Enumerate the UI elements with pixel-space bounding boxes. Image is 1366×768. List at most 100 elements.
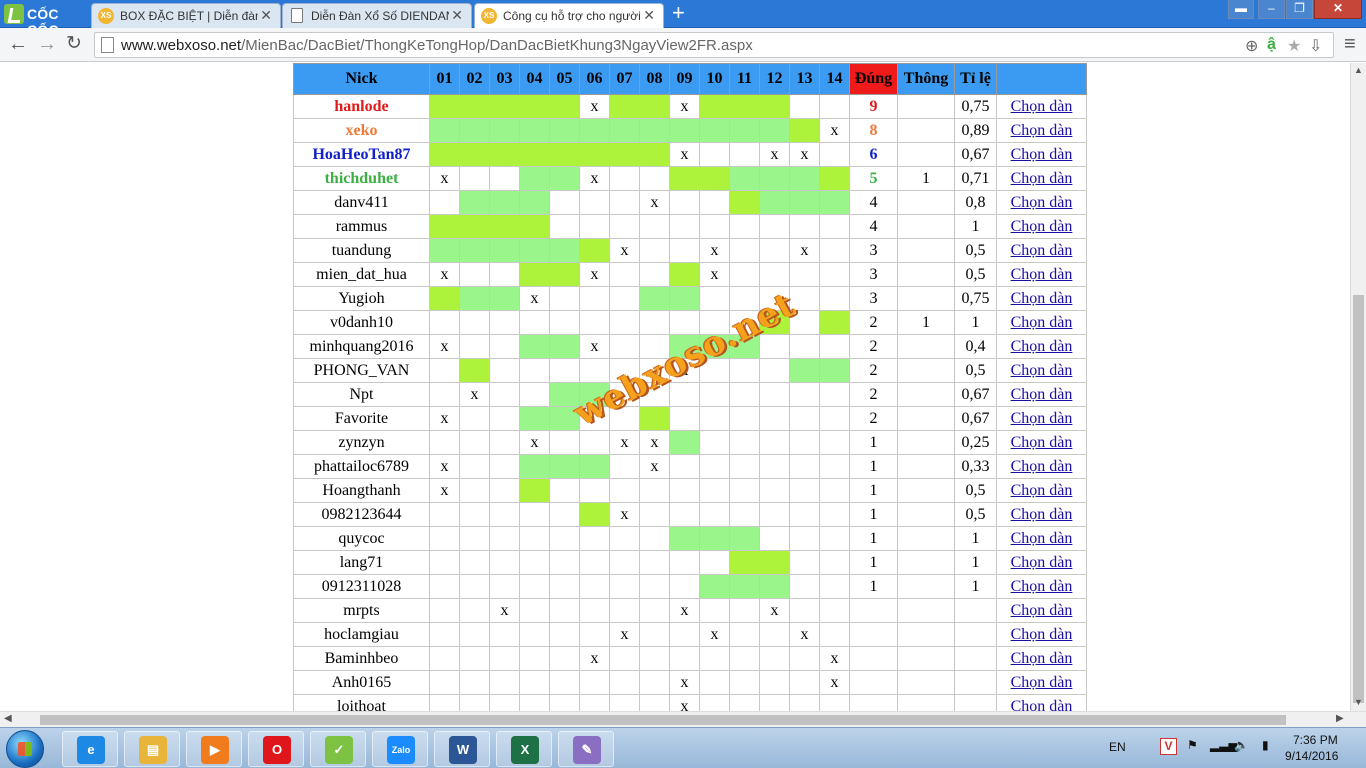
taskbar-button[interactable]: ▶ [186,731,242,767]
chon-dan-link[interactable]: Chọn dàn [1011,266,1073,283]
day-cell [489,166,520,191]
close-tab-icon[interactable]: ✕ [643,7,655,24]
taskbar-button[interactable]: X [496,731,552,767]
close-window-icon[interactable]: ✕ [1314,0,1362,19]
chon-dan-link[interactable]: Chọn dàn [1011,626,1073,643]
day-cell [819,598,850,623]
thong-cell [897,694,955,711]
tile-cell: 0,25 [954,430,997,455]
menu-bar-icon[interactable]: ▬ [1228,0,1254,19]
clock-date[interactable]: 9/14/2016 [1285,749,1338,763]
chon-dan-link[interactable]: Chọn dàn [1011,530,1073,547]
taskbar-button[interactable]: ✓ [310,731,366,767]
vietnamese-typing-icon[interactable]: ậ [1267,36,1276,54]
page-info-icon[interactable] [101,37,114,53]
start-button[interactable] [6,730,44,768]
chon-dan-link[interactable]: Chọn dàn [1011,290,1073,307]
chon-dan-link[interactable]: Chọn dàn [1011,362,1073,379]
browser-logo[interactable]: CỐC CỐC [0,0,90,38]
day-cell [549,310,580,335]
vertical-scroll-thumb[interactable] [1353,295,1364,703]
vertical-scrollbar[interactable]: ▲ ▼ [1350,63,1366,711]
chon-dan-link[interactable]: Chọn dàn [1011,194,1073,211]
back-icon[interactable]: ← [8,33,28,55]
new-tab-icon[interactable]: + [672,2,685,24]
scroll-up-icon[interactable]: ▲ [1354,65,1363,75]
chon-dan-link[interactable]: Chọn dàn [1011,578,1073,595]
day-cell [819,166,850,191]
day-cell [669,286,700,311]
chon-dan-link[interactable]: Chọn dàn [1011,218,1073,235]
scroll-left-icon[interactable]: ◀ [4,713,12,724]
close-tab-icon[interactable]: ✕ [451,7,463,24]
day-cell [609,310,640,335]
nick-cell: loithoat [293,694,430,711]
header-col-08: 08 [639,63,670,95]
tab-cong-cu[interactable]: XS Công cụ hỗ trợ cho người chơi ✕ [474,3,664,28]
tab-box-dac-biet[interactable]: XS BOX ĐẶC BIỆT | Diễn đàn xổ số ✕ [91,3,281,28]
address-url[interactable]: www.webxoso.net/MienBac/DacBiet/ThongKeT… [121,37,753,54]
day-cell [789,502,820,527]
chon-dan-link[interactable]: Chọn dàn [1011,410,1073,427]
clock-time[interactable]: 7:36 PM [1293,733,1338,747]
day-cell [489,526,520,551]
chon-dan-link[interactable]: Chọn dàn [1011,458,1073,475]
chon-dan-link[interactable]: Chọn dàn [1011,434,1073,451]
battery-icon[interactable]: ▮ [1262,738,1269,752]
day-cell [519,622,550,647]
thong-cell [897,262,955,287]
unikey-icon[interactable]: V [1160,738,1177,755]
chon-dan-link[interactable]: Chọn dàn [1011,482,1073,499]
forward-icon[interactable]: → [37,33,57,55]
chon-dan-link[interactable]: Chọn dàn [1011,506,1073,523]
chon-dan-link[interactable]: Chọn dàn [1011,698,1073,712]
chon-dan-link[interactable]: Chọn dàn [1011,146,1073,163]
volume-icon[interactable]: 🔈 [1234,738,1249,752]
taskbar-button[interactable]: e [62,731,118,767]
zoom-icon[interactable]: ⊕ [1245,36,1258,56]
minimize-icon[interactable]: – [1258,0,1285,19]
taskbar-button[interactable]: O [248,731,304,767]
chon-dan-link[interactable]: Chọn dàn [1011,602,1073,619]
chon-dan-link[interactable]: Chọn dàn [1011,122,1073,139]
taskbar-button[interactable]: ▤ [124,731,180,767]
dung-cell [849,598,898,623]
tab-dien-dan[interactable]: Diễn Đàn Xổ Số DIENDANXOSO ✕ [282,3,472,28]
browser-menu-icon[interactable]: ≡ [1344,33,1356,56]
thong-cell [897,214,955,239]
action-center-icon[interactable]: ⚑ [1187,738,1198,752]
day-cell [429,694,460,711]
close-tab-icon[interactable]: ✕ [260,7,272,24]
chon-dan-link[interactable]: Chọn dàn [1011,338,1073,355]
download-icon[interactable]: ⇩ [1309,36,1322,56]
nick-cell: tuandung [293,238,430,263]
day-cell [699,598,730,623]
day-cell [639,550,670,575]
taskbar-button[interactable]: ✎ [558,731,614,767]
chon-dan-link[interactable]: Chọn dàn [1011,242,1073,259]
taskbar-button[interactable]: W [434,731,490,767]
day-cell: x [639,190,670,215]
day-cell [459,238,490,263]
horizontal-scroll-thumb[interactable] [40,715,1286,725]
chon-dan-link[interactable]: Chọn dàn [1011,650,1073,667]
chon-dan-link[interactable]: Chọn dàn [1011,314,1073,331]
language-indicator[interactable]: EN [1109,740,1126,754]
bookmark-star-icon[interactable]: ★ [1287,36,1301,56]
day-cell [609,94,640,119]
maximize-icon[interactable]: ❐ [1286,0,1313,19]
address-bar[interactable]: www.webxoso.net/MienBac/DacBiet/ThongKeT… [94,32,1334,58]
scroll-right-icon[interactable]: ▶ [1336,713,1344,724]
day-cell [519,358,550,383]
chon-dan-link[interactable]: Chọn dàn [1011,674,1073,691]
chon-dan-link[interactable]: Chọn dàn [1011,554,1073,571]
taskbar-button[interactable]: Zalo [372,731,428,767]
reload-icon[interactable]: ↻ [66,33,82,55]
scroll-down-icon[interactable]: ▼ [1354,697,1363,707]
chon-dan-link[interactable]: Chọn dàn [1011,170,1073,187]
chon-dan-link[interactable]: Chọn dàn [1011,386,1073,403]
horizontal-scrollbar[interactable]: ◀ ▶ [0,711,1366,727]
day-cell [549,262,580,287]
chon-dan-link[interactable]: Chọn dàn [1011,98,1073,115]
day-cell [459,430,490,455]
